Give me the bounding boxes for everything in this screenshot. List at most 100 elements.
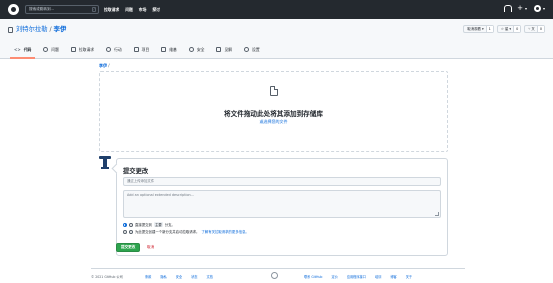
learn-more-link[interactable]: 了解有关拉取请求的更多信息。 <box>201 229 248 234</box>
commit-new-branch-radio[interactable] <box>123 229 127 234</box>
file-drop-zone[interactable]: 将文件拖动此处将其添加到存储库 或选择您的文件 <box>99 71 448 152</box>
footer-link-docs[interactable]: 文档 <box>207 274 213 279</box>
tab-wiki[interactable]: 维基 <box>155 40 183 59</box>
tab-issues-label: 问题 <box>51 46 59 52</box>
search-placeholder: 搜索或跳转到... <box>29 7 54 11</box>
footer-link-api[interactable]: 应用程序接口 <box>347 274 366 279</box>
commit-form-title: 提交更改 <box>123 168 149 175</box>
repo-title-separator: / <box>49 26 52 33</box>
nav-explore[interactable]: 探讨 <box>152 7 160 13</box>
security-icon <box>188 47 194 52</box>
footer-link-blog[interactable]: 博客 <box>390 274 396 279</box>
code-icon: <> <box>14 47 21 52</box>
tab-wiki-label: 维基 <box>169 46 177 52</box>
footer-link-training[interactable]: 培训 <box>375 274 381 279</box>
search-shortcut-badge: / <box>92 7 96 12</box>
create-new-caret-icon[interactable]: ▾ <box>525 5 527 12</box>
header-actions: + ▾ ▾ <box>504 5 545 12</box>
github-footer-logo-icon[interactable] <box>271 272 278 279</box>
tab-issues[interactable]: 问题 <box>37 40 65 59</box>
commit-direct-option[interactable]: 直接提交到 主要 分支。 <box>123 222 175 227</box>
branch-name: 主要 <box>153 222 163 227</box>
tab-insights-label: 见解 <box>224 46 233 52</box>
commit-summary-input[interactable]: 通过上传添加文件 <box>123 177 441 186</box>
footer-link-pricing[interactable]: 定价 <box>331 274 337 279</box>
tab-projects-label: 项目 <box>141 46 150 52</box>
repo-title: 刘特尔拉勒 / 李伊 <box>16 26 66 34</box>
commit-form: 提交更改 通过上传添加文件 Add an optional extended d… <box>116 158 448 256</box>
footer-divider <box>91 268 465 269</box>
tab-code[interactable]: <> 代码 <box>8 40 37 59</box>
cancel-button[interactable]: 取消 <box>147 245 154 250</box>
tab-pull-requests-label: 拉取请求 <box>78 46 95 52</box>
settings-icon <box>244 47 250 52</box>
committer-avatar <box>99 155 111 169</box>
nav-pull-requests[interactable]: 拉取请求 <box>104 7 119 13</box>
tab-actions-label: 行动 <box>114 46 122 52</box>
commit-direct-radio[interactable] <box>123 222 127 227</box>
footer-copyright: © 2021 GitHub 公司 <box>91 275 123 279</box>
nav-issues[interactable]: 问题 <box>125 7 133 13</box>
commit-changes-button[interactable]: 提交更改 <box>116 243 141 252</box>
footer-link-contact[interactable]: 联系 GitHub <box>304 274 322 279</box>
github-logo-icon[interactable] <box>8 4 19 15</box>
tab-projects[interactable]: 项目 <box>128 40 156 59</box>
footer-link-about[interactable]: 关于 <box>406 274 412 279</box>
tab-security-label: 安全 <box>196 46 205 52</box>
fork-button[interactable]: ⑂ 叉 0 <box>524 25 545 33</box>
fork-button-label: ⑂ 叉 <box>528 27 535 31</box>
actions-icon <box>106 47 112 52</box>
breadcrumb: 李伊 / <box>99 63 110 69</box>
commit-icon <box>129 222 133 227</box>
pull-request-icon <box>70 47 76 52</box>
drop-zone-title: 将文件拖动此处将其添加到存储库 <box>224 110 323 118</box>
insights-icon <box>216 47 222 52</box>
tab-settings-label: 设置 <box>252 46 260 52</box>
file-icon <box>270 86 278 96</box>
footer-link-privacy[interactable]: 隐私 <box>160 274 166 279</box>
commit-description-placeholder: Add an optional extended description... <box>127 193 194 197</box>
watch-button-label: 取消观看 ▾ <box>467 27 484 31</box>
notifications-bell-icon[interactable] <box>504 5 513 12</box>
search-input[interactable]: 搜索或跳转到... / <box>25 5 99 14</box>
tab-pull-requests[interactable]: 拉取请求 <box>65 40 100 59</box>
wiki-icon <box>161 47 167 52</box>
tab-insights[interactable]: 见解 <box>210 40 238 59</box>
star-button-label: ☆ 星 ▾ <box>500 27 512 31</box>
user-menu-caret-icon[interactable]: ▾ <box>543 5 545 12</box>
repo-name-link[interactable]: 李伊 <box>54 26 67 33</box>
footer-link-status[interactable]: 状态 <box>191 274 197 279</box>
repo-actions: 取消观看 ▾ 1 ☆ 星 ▾ 0 ⑂ 叉 0 <box>463 25 545 33</box>
repo-owner-link[interactable]: 刘特尔拉勒 <box>16 26 47 33</box>
repo-icon <box>8 27 13 33</box>
commit-new-branch-option[interactable]: 为此提交创建一个新分支并启动拉取请求。 了解有关拉取请求的更多信息。 <box>123 229 249 234</box>
commit-new-branch-text: 为此提交创建一个新分支并启动拉取请求。 <box>135 230 200 234</box>
project-icon <box>133 47 139 52</box>
footer-link-security[interactable]: 安全 <box>176 274 182 279</box>
tab-code-label: 代码 <box>23 46 32 52</box>
fork-count: 0 <box>536 26 544 32</box>
breadcrumb-repo-link[interactable]: 李伊 <box>99 63 107 68</box>
repository-header: 刘特尔拉勒 / 李伊 取消观看 ▾ 1 ☆ 星 ▾ 0 ⑂ 叉 0 <> 代码 … <box>0 19 553 59</box>
nav-marketplace[interactable]: 市场 <box>139 7 147 13</box>
commit-description-textarea[interactable]: Add an optional extended description... <box>123 190 441 218</box>
user-avatar[interactable] <box>533 5 541 12</box>
footer-links-right: 联系 GitHub 定价 应用程序接口 培训 博客 关于 <box>304 274 412 279</box>
footer-link-terms[interactable]: 条款 <box>145 274 151 279</box>
breadcrumb-separator: / <box>108 63 110 68</box>
watch-count: 1 <box>485 26 493 32</box>
tab-settings[interactable]: 设置 <box>238 40 266 59</box>
watch-button[interactable]: 取消观看 ▾ 1 <box>463 25 494 33</box>
tab-security[interactable]: 安全 <box>183 40 211 59</box>
repo-tabs: <> 代码 问题 拉取请求 行动 项目 维基 安全 见解 设置 <box>8 40 266 59</box>
commit-direct-suffix: 分支。 <box>164 223 175 227</box>
issue-icon <box>43 47 49 52</box>
commit-direct-prefix: 直接提交到 <box>135 223 152 227</box>
star-button[interactable]: ☆ 星 ▾ 0 <box>496 25 522 33</box>
tab-actions[interactable]: 行动 <box>100 40 128 59</box>
global-nav: 拉取请求 问题 市场 探讨 <box>104 7 160 13</box>
footer-links-left: 条款 隐私 安全 状态 文档 <box>145 274 213 279</box>
create-new-plus-icon[interactable]: + <box>517 5 523 12</box>
global-header: 搜索或跳转到... / 拉取请求 问题 市场 探讨 + ▾ ▾ <box>0 0 553 19</box>
choose-files-link[interactable]: 或选择您的文件 <box>100 119 447 125</box>
